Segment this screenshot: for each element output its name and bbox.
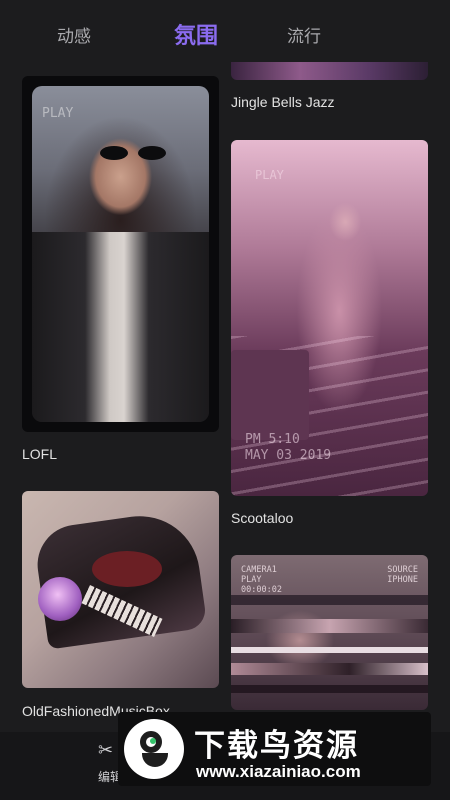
watermark-title: 下载鸟资源 bbox=[194, 728, 359, 764]
effect-thumbnail-jingle-bells-jazz[interactable] bbox=[231, 62, 428, 80]
suitcase bbox=[231, 350, 309, 440]
effect-thumbnail-camera-glitch[interactable]: CAMERA1 PLAY 00:00:02 SOURCE IPHONE bbox=[231, 555, 428, 710]
camera-hud-right: SOURCE IPHONE bbox=[387, 565, 418, 585]
effect-title-jingle-bells-jazz[interactable]: Jingle Bells Jazz bbox=[231, 94, 335, 110]
watermark-banner: 下载鸟资源 www.xiazainiao.com bbox=[118, 712, 431, 786]
tab-atmosphere[interactable]: 氛围 bbox=[174, 18, 218, 50]
tab-popular[interactable]: 流行 bbox=[287, 22, 321, 47]
effect-thumbnail-lofl[interactable]: PLAY bbox=[22, 76, 219, 432]
watermark-url: www.xiazainiao.com bbox=[196, 762, 361, 781]
scootaloo-overlay-text: PLAY bbox=[255, 168, 284, 182]
effect-thumbnail-scootaloo[interactable]: PLAY PM 5:10 MAY 03 2019 bbox=[231, 140, 428, 496]
scootaloo-date-stamp: PM 5:10 MAY 03 2019 bbox=[245, 432, 332, 463]
lofl-overlay-text: PLAY bbox=[42, 106, 74, 121]
sunglasses bbox=[100, 146, 170, 160]
effect-title-scootaloo[interactable]: Scootaloo bbox=[231, 510, 293, 526]
effect-title-lofl[interactable]: LOFL bbox=[22, 446, 57, 462]
scissors-icon[interactable]: ✂ bbox=[98, 740, 113, 761]
lofl-photo: PLAY bbox=[32, 86, 209, 422]
camera-hud-left: CAMERA1 PLAY 00:00:02 bbox=[241, 565, 282, 595]
moon-orb bbox=[38, 577, 82, 621]
effect-category-tabs: 动感 氛围 流行 bbox=[0, 0, 450, 66]
bird-logo-icon bbox=[124, 719, 184, 779]
tab-dynamic[interactable]: 动感 bbox=[57, 22, 91, 47]
effect-thumbnail-old-fashioned-music-box[interactable] bbox=[22, 491, 219, 688]
